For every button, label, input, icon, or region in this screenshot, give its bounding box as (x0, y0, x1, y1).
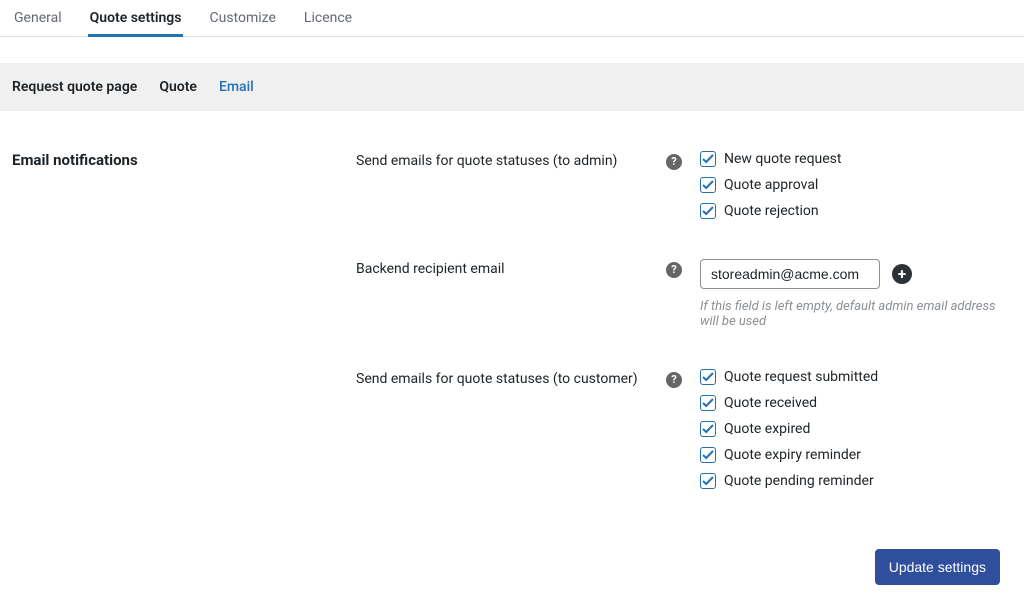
row-backend-email: Backend recipient email ? + If this fiel… (12, 259, 1012, 329)
checkbox-quote-expired[interactable] (700, 421, 716, 437)
label-admin-statuses: Send emails for quote statuses (to admin… (356, 151, 666, 169)
tab-quote-settings[interactable]: Quote settings (88, 10, 184, 36)
row-customer-statuses: Send emails for quote statuses (to custo… (12, 369, 1012, 489)
check-label: New quote request (724, 151, 841, 167)
help-icon[interactable]: ? (666, 262, 682, 278)
check-pending-reminder: Quote pending reminder (700, 473, 1012, 489)
footer: Update settings (0, 549, 1024, 605)
check-label: Quote pending reminder (724, 473, 874, 489)
subtab-quote[interactable]: Quote (159, 79, 197, 95)
check-quote-received: Quote received (700, 395, 1012, 411)
backend-email-controls: + (700, 259, 1012, 289)
check-new-quote-request: New quote request (700, 151, 1012, 167)
plus-icon: + (898, 265, 906, 283)
checkbox-quote-approval[interactable] (700, 177, 716, 193)
check-icon (702, 371, 714, 383)
subtab-email[interactable]: Email (219, 79, 254, 95)
add-email-button[interactable]: + (892, 264, 912, 284)
label-customer-statuses: Send emails for quote statuses (to custo… (356, 369, 666, 387)
section-title: Email notifications (12, 151, 356, 169)
row-admin-statuses: Email notifications Send emails for quot… (12, 151, 1012, 219)
check-label: Quote approval (724, 177, 818, 193)
checkbox-new-quote-request[interactable] (700, 151, 716, 167)
check-label: Quote expired (724, 421, 810, 437)
check-expiry-reminder: Quote expiry reminder (700, 447, 1012, 463)
check-icon (702, 179, 714, 191)
backend-email-hint: If this field is left empty, default adm… (700, 299, 1012, 329)
checkbox-quote-received[interactable] (700, 395, 716, 411)
backend-email-input[interactable] (700, 259, 880, 289)
check-icon (702, 205, 714, 217)
label-backend-email: Backend recipient email (356, 259, 666, 277)
check-icon (702, 449, 714, 461)
checkbox-pending-reminder[interactable] (700, 473, 716, 489)
tab-general[interactable]: General (12, 10, 64, 36)
check-label: Quote received (724, 395, 817, 411)
update-settings-button[interactable]: Update settings (875, 549, 1000, 585)
customer-checklist: Quote request submitted Quote received Q… (700, 369, 1012, 489)
checkbox-quote-rejection[interactable] (700, 203, 716, 219)
admin-checklist: New quote request Quote approval Quote r… (700, 151, 1012, 219)
check-label: Quote request submitted (724, 369, 878, 385)
check-label: Quote rejection (724, 203, 819, 219)
check-quote-expired: Quote expired (700, 421, 1012, 437)
help-icon[interactable]: ? (666, 372, 682, 388)
checkbox-quote-submitted[interactable] (700, 369, 716, 385)
check-icon (702, 423, 714, 435)
check-icon (702, 153, 714, 165)
tab-licence[interactable]: Licence (302, 10, 354, 36)
check-label: Quote expiry reminder (724, 447, 861, 463)
check-quote-rejection: Quote rejection (700, 203, 1012, 219)
check-quote-submitted: Quote request submitted (700, 369, 1012, 385)
top-tabs: General Quote settings Customize Licence (0, 0, 1024, 37)
check-icon (702, 397, 714, 409)
sub-tabs: Request quote page Quote Email (0, 63, 1024, 111)
check-quote-approval: Quote approval (700, 177, 1012, 193)
settings-content: Email notifications Send emails for quot… (0, 111, 1024, 549)
check-icon (702, 475, 714, 487)
tab-customize[interactable]: Customize (207, 10, 277, 36)
help-icon[interactable]: ? (666, 154, 682, 170)
checkbox-expiry-reminder[interactable] (700, 447, 716, 463)
subtab-request-quote-page[interactable]: Request quote page (12, 79, 137, 95)
